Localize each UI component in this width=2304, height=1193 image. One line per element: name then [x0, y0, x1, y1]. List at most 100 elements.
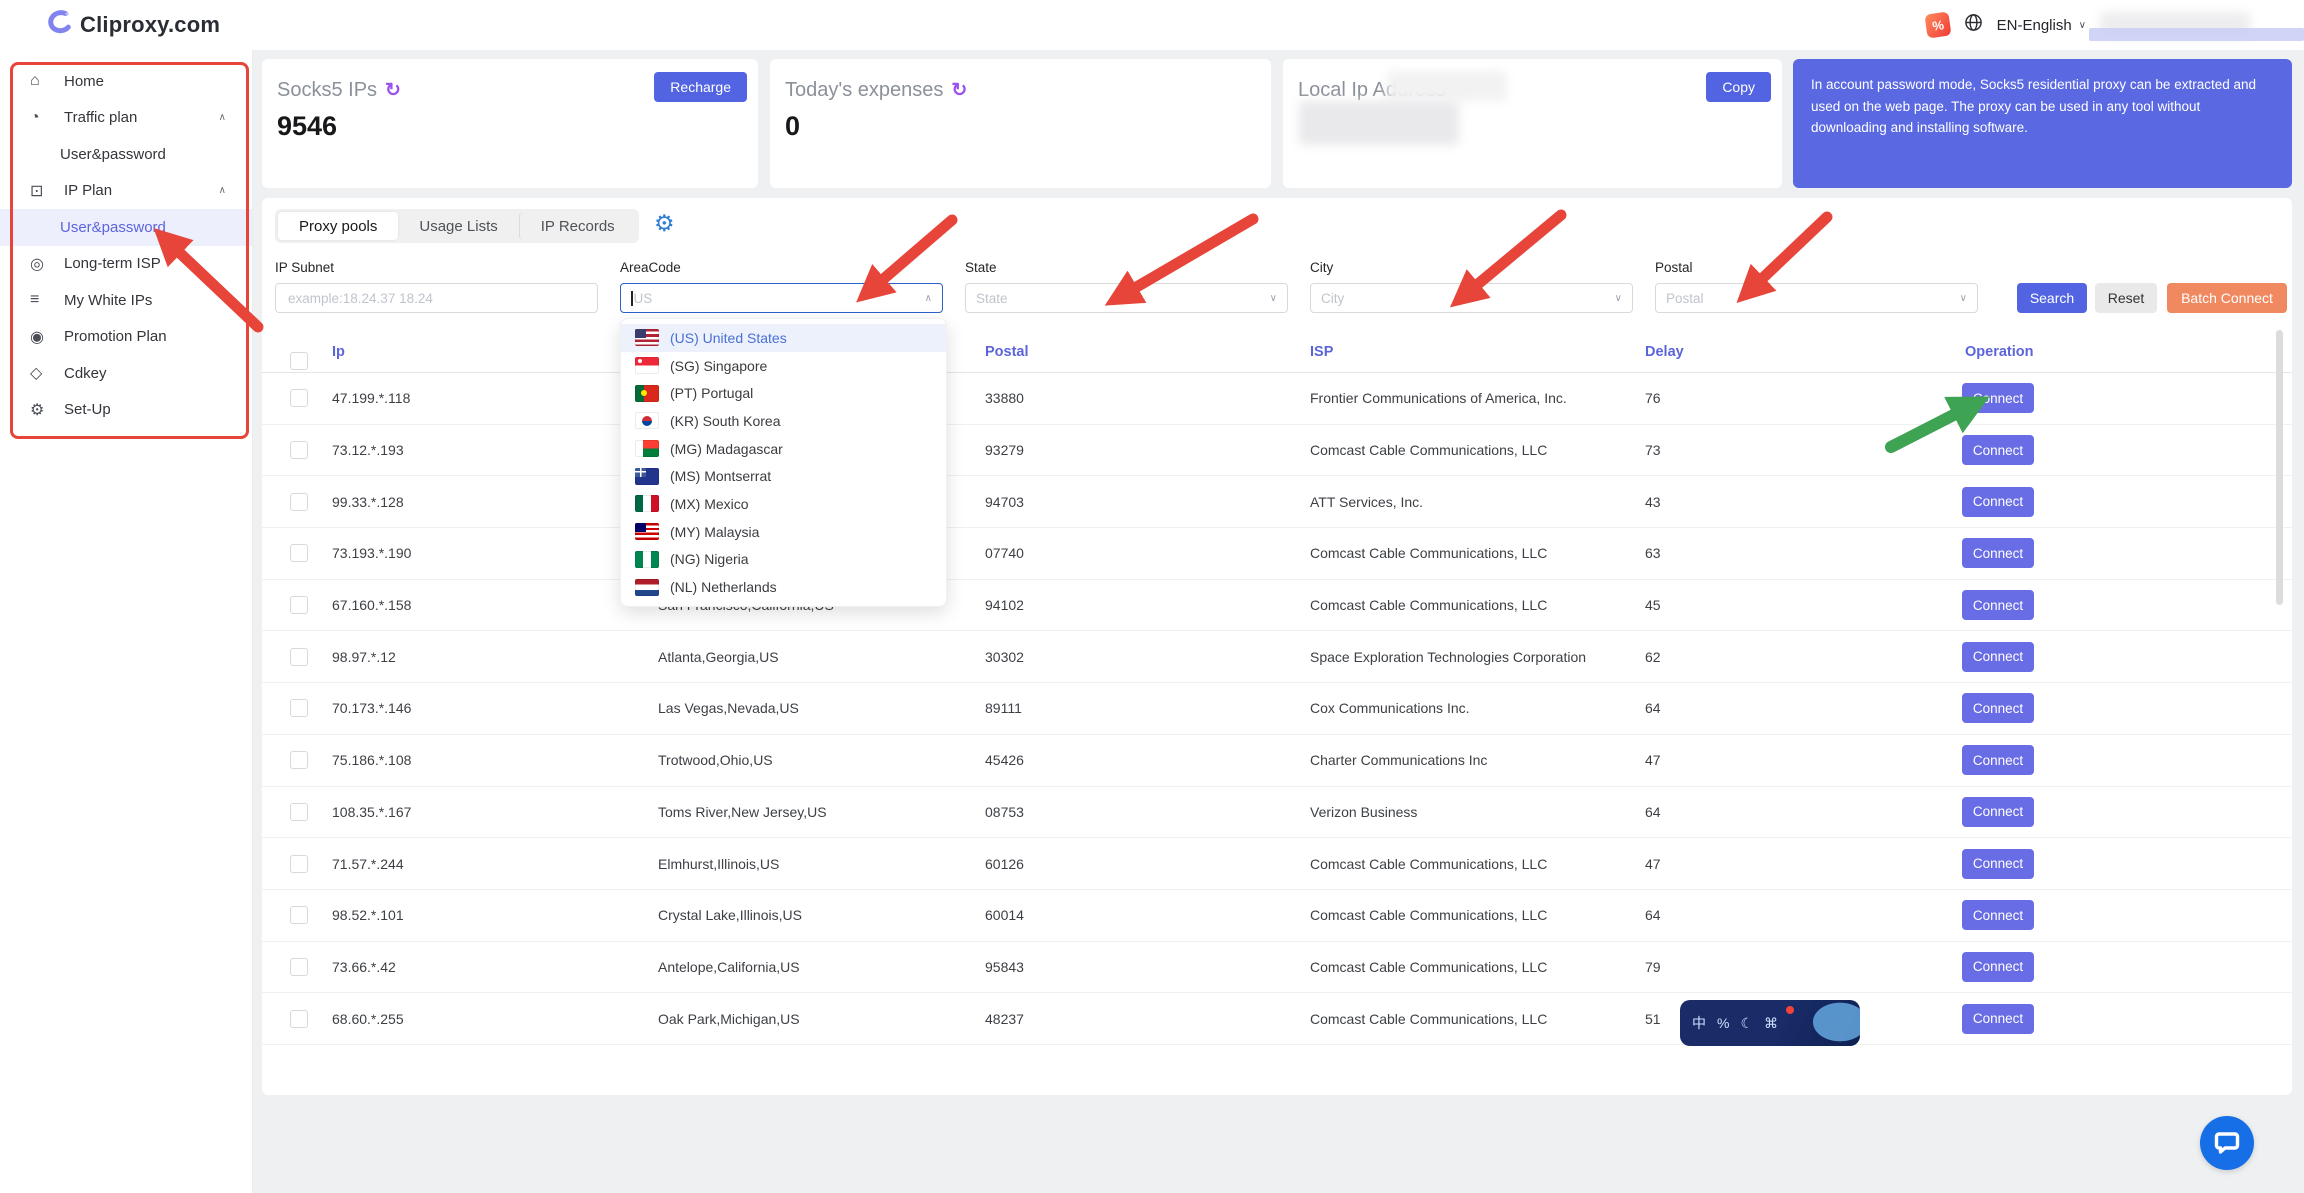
tab[interactable]: Proxy pools	[278, 212, 398, 240]
cell-ip: 47.199.*.118	[332, 390, 410, 406]
sidebar-item-label: Set-Up	[64, 401, 111, 418]
cell-isp: Comcast Cable Communications, LLC	[1310, 856, 1547, 872]
chevron-down-icon: ∨	[1960, 293, 1967, 304]
connect-button[interactable]: Connect	[1962, 642, 2034, 672]
chevron-up-icon: ∧	[219, 112, 226, 123]
browser-extension-widget[interactable]: 中 % ☾ ⌘	[1680, 1000, 1860, 1046]
postal-select[interactable]: Postal ∨	[1655, 283, 1978, 313]
sidebar-item[interactable]: ◔ Traffic plan ∧	[0, 100, 252, 137]
sidebar-item[interactable]: ◎ Long-term ISP	[0, 246, 252, 283]
row-checkbox[interactable]	[290, 751, 308, 769]
search-button[interactable]: Search	[2017, 283, 2087, 313]
country-flag-icon	[635, 385, 659, 402]
cell-ip: 73.12.*.193	[332, 442, 404, 458]
dropdown-option-label: (US) United States	[670, 330, 787, 346]
sidebar-item[interactable]: User&password	[0, 209, 252, 246]
sidebar-item[interactable]: ≡ My White IPs	[0, 282, 252, 319]
connect-button[interactable]: Connect	[1962, 693, 2034, 723]
row-checkbox[interactable]	[290, 803, 308, 821]
sidebar-item-label: Long-term ISP	[64, 255, 161, 272]
widget-icon[interactable]: ⌘	[1764, 1015, 1778, 1032]
sidebar-item[interactable]: ⌂ Home	[0, 63, 252, 100]
socks5-ips-value: 9546	[277, 111, 337, 142]
table-row: 98.97.*.12 Atlanta,Georgia,US 30302 Spac…	[262, 631, 2292, 683]
recharge-button[interactable]: Recharge	[654, 72, 747, 102]
row-checkbox[interactable]	[290, 596, 308, 614]
dropdown-option[interactable]: (PT) Portugal	[621, 379, 946, 407]
connect-button[interactable]: Connect	[1962, 900, 2034, 930]
tab-label: IP Records	[541, 218, 615, 235]
live-chat-button[interactable]	[2200, 1116, 2254, 1170]
language-selector[interactable]: EN-English ∨	[1997, 17, 2086, 34]
account-highlight-strip	[2089, 28, 2304, 41]
dropdown-option[interactable]: (MS) Montserrat	[621, 462, 946, 490]
row-checkbox[interactable]	[290, 544, 308, 562]
city-select[interactable]: City ∨	[1310, 283, 1633, 313]
sidebar-item-label: IP Plan	[64, 182, 112, 199]
sidebar-item[interactable]: ◇ Cdkey	[0, 355, 252, 392]
row-checkbox[interactable]	[290, 906, 308, 924]
row-checkbox[interactable]	[290, 648, 308, 666]
sidebar-item[interactable]: ⚙ Set-Up	[0, 392, 252, 429]
cell-isp: Charter Communications Inc	[1310, 752, 1487, 768]
connect-button[interactable]: Connect	[1962, 952, 2034, 982]
dropdown-option[interactable]: (MX) Mexico	[621, 490, 946, 518]
connect-button[interactable]: Connect	[1962, 487, 2034, 517]
row-checkbox[interactable]	[290, 493, 308, 511]
dropdown-option[interactable]: (KR) South Korea	[621, 407, 946, 435]
sidebar-item-label: My White IPs	[64, 292, 152, 309]
tab[interactable]: Usage Lists	[398, 212, 518, 240]
state-select[interactable]: State ∨	[965, 283, 1288, 313]
select-all-checkbox[interactable]	[290, 352, 308, 370]
connect-button[interactable]: Connect	[1962, 1004, 2034, 1034]
widget-icon[interactable]: %	[1717, 1015, 1729, 1031]
dropdown-option[interactable]: (NL) Netherlands	[621, 573, 946, 601]
cell-isp: Verizon Business	[1310, 804, 1417, 820]
widget-icon[interactable]: ☾	[1740, 1015, 1753, 1032]
sidebar-item[interactable]: ◉ Promotion Plan	[0, 319, 252, 356]
row-checkbox[interactable]	[290, 855, 308, 873]
cell-postal: 60126	[985, 856, 1024, 872]
cell-delay: 64	[1645, 700, 1661, 716]
dropdown-option[interactable]: (MY) Malaysia	[621, 518, 946, 546]
tab[interactable]: IP Records	[519, 212, 636, 240]
dropdown-option[interactable]: (SG) Singapore	[621, 352, 946, 380]
scrollbar-thumb[interactable]	[2276, 330, 2283, 605]
widget-icon[interactable]: 中	[1692, 1013, 1706, 1033]
row-checkbox[interactable]	[290, 699, 308, 717]
discount-badge-icon[interactable]: %	[1924, 11, 1951, 38]
main-panel: Proxy pools Usage Lists IP Records ⚙ IP …	[262, 198, 2292, 1095]
dropdown-option[interactable]: (MG) Madagascar	[621, 435, 946, 463]
row-checkbox[interactable]	[290, 389, 308, 407]
sidebar-item[interactable]: User&password	[0, 136, 252, 173]
row-checkbox[interactable]	[290, 441, 308, 459]
dropdown-option-label: (SG) Singapore	[670, 358, 767, 374]
country-flag-icon	[635, 495, 659, 512]
dropdown-option[interactable]: (US) United States	[621, 324, 946, 352]
settings-gear-icon[interactable]: ⚙	[654, 210, 675, 237]
reset-button[interactable]: Reset	[2095, 283, 2157, 313]
area-code-input[interactable]: US ∧	[620, 283, 943, 313]
connect-button[interactable]: Connect	[1962, 435, 2034, 465]
table-row: 108.35.*.167 Toms River,New Jersey,US 08…	[262, 787, 2292, 839]
row-checkbox[interactable]	[290, 958, 308, 976]
cell-location: Atlanta,Georgia,US	[658, 649, 779, 665]
row-checkbox[interactable]	[290, 1010, 308, 1028]
copy-button[interactable]: Copy	[1706, 72, 1771, 102]
connect-button[interactable]: Connect	[1962, 797, 2034, 827]
logo[interactable]: Cliproxy.com	[46, 9, 220, 40]
city-label: City	[1310, 260, 1333, 275]
dropdown-option[interactable]: (NG) Nigeria	[621, 546, 946, 574]
connect-button[interactable]: Connect	[1962, 383, 2034, 413]
tab-label: Proxy pools	[299, 218, 377, 235]
connect-button[interactable]: Connect	[1962, 538, 2034, 568]
ip-subnet-input[interactable]	[286, 290, 587, 307]
refresh-icon[interactable]: ↻	[385, 79, 401, 102]
batch-connect-button[interactable]: Batch Connect	[2167, 283, 2287, 313]
connect-button[interactable]: Connect	[1962, 590, 2034, 620]
sidebar-item[interactable]: ⊡ IP Plan ∧	[0, 173, 252, 210]
connect-button[interactable]: Connect	[1962, 849, 2034, 879]
refresh-icon[interactable]: ↻	[951, 79, 967, 102]
connect-button[interactable]: Connect	[1962, 745, 2034, 775]
cell-delay: 64	[1645, 907, 1661, 923]
